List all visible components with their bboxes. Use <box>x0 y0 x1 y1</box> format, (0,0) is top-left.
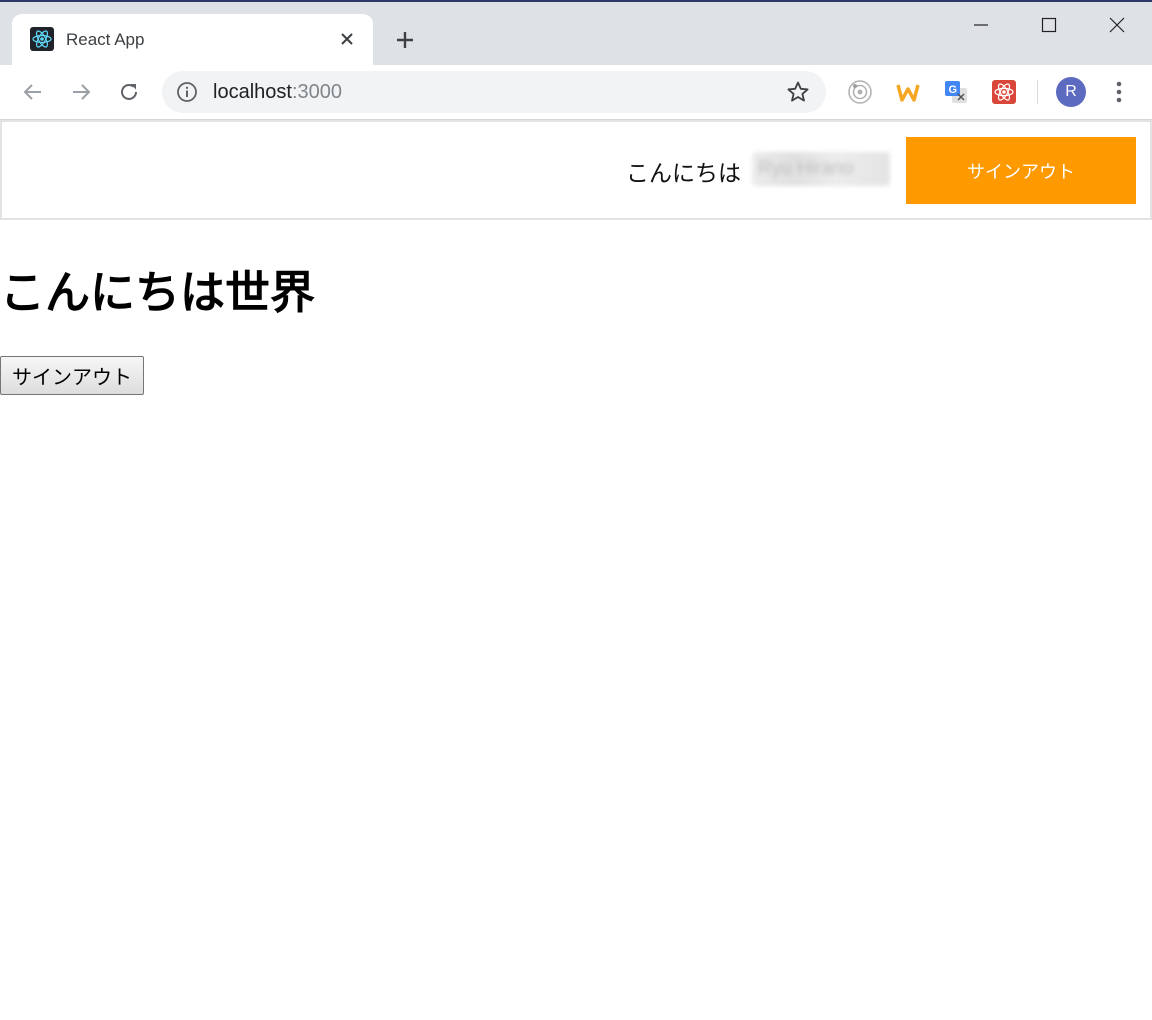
extension-w-icon[interactable] <box>894 78 922 106</box>
browser-tab[interactable]: React App <box>12 14 373 65</box>
address-bar[interactable]: localhost:3000 <box>162 71 826 113</box>
bookmark-star-icon[interactable] <box>786 80 810 104</box>
url-text: localhost:3000 <box>213 81 342 104</box>
new-tab-plus-icon[interactable] <box>392 27 418 53</box>
svg-text:G: G <box>949 84 958 96</box>
browser-toolbar: localhost:3000 G R <box>0 65 1152 120</box>
react-devtools-icon[interactable] <box>990 78 1018 106</box>
toolbar-separator <box>1037 80 1038 104</box>
username-text: Ryu Hirano <box>758 158 854 179</box>
tab-strip: React App <box>0 2 1152 65</box>
url-port: :3000 <box>291 81 342 103</box>
greeting-text: こんにちは <box>626 161 741 187</box>
react-favicon-icon <box>30 27 54 51</box>
profile-avatar[interactable]: R <box>1056 77 1086 107</box>
page-title: こんにちは世界 <box>0 266 316 319</box>
tab-title: React App <box>66 30 145 49</box>
back-arrow-icon[interactable] <box>18 77 48 107</box>
app-header: こんにちは Ryu Hirano サインアウト <box>0 120 1152 220</box>
window-close-icon[interactable] <box>1094 8 1140 42</box>
google-translate-icon[interactable]: G <box>942 78 970 106</box>
signout-button[interactable]: サインアウト <box>0 356 144 395</box>
extension-target-icon[interactable] <box>846 78 874 106</box>
url-host: localhost <box>213 81 292 103</box>
menu-kebab-icon[interactable] <box>1104 77 1134 107</box>
site-info-icon[interactable] <box>176 81 198 103</box>
header-signout-button[interactable]: サインアウト <box>906 137 1136 204</box>
minimize-icon[interactable] <box>958 8 1004 42</box>
tab-close-icon[interactable] <box>336 28 358 50</box>
reload-icon[interactable] <box>114 77 144 107</box>
forward-arrow-icon[interactable] <box>66 77 96 107</box>
maximize-icon[interactable] <box>1026 8 1072 42</box>
